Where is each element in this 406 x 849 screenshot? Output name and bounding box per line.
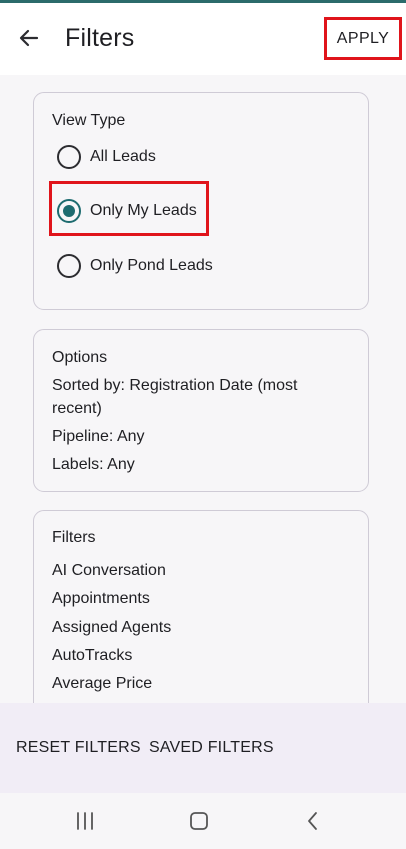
back-button[interactable] (12, 21, 46, 55)
view-type-card: View Type All Leads Only My Leads Only P… (33, 92, 369, 310)
chevron-left-icon (308, 812, 317, 830)
filters-scroll-area[interactable]: View Type All Leads Only My Leads Only P… (0, 75, 406, 703)
app-bar: Filters APPLY (0, 3, 406, 75)
page-title: Filters (65, 24, 135, 52)
radio-only-pond-leads[interactable]: Only Pond Leads (57, 254, 213, 278)
system-nav-bar (0, 793, 406, 849)
radio-label: Only Pond Leads (90, 257, 213, 274)
filters-card: Filters AI Conversation Appointments Ass… (33, 510, 369, 703)
view-type-title: View Type (52, 112, 126, 129)
apply-button[interactable]: APPLY (324, 17, 402, 60)
radio-only-my-leads[interactable]: Only My Leads (57, 199, 197, 223)
radio-checked-icon (57, 199, 81, 223)
filter-item[interactable]: AutoTracks (52, 645, 132, 667)
radio-label: All Leads (90, 148, 156, 165)
recent-apps-button[interactable] (70, 807, 100, 835)
radio-unchecked-icon (57, 145, 81, 169)
radio-label: Only My Leads (90, 202, 197, 219)
labels-text: Labels: Any (52, 456, 135, 473)
filters-title: Filters (52, 529, 96, 546)
home-icon (190, 812, 208, 830)
filter-item[interactable]: Appointments (52, 588, 150, 610)
home-button[interactable] (184, 807, 214, 835)
radio-unchecked-icon (57, 254, 81, 278)
options-card[interactable]: Options Sorted by: Registration Date (mo… (33, 329, 369, 492)
recent-apps-icon (77, 812, 93, 830)
saved-filters-button[interactable]: SAVED FILTERS (149, 739, 274, 757)
pipeline-text: Pipeline: Any (52, 428, 145, 445)
filter-item[interactable]: Assigned Agents (52, 617, 171, 639)
filter-item[interactable]: AI Conversation (52, 560, 166, 582)
back-nav-button[interactable] (298, 807, 328, 835)
sorted-by-text-cont: recent) (52, 400, 102, 417)
sorted-by-text: Sorted by: Registration Date (most (52, 377, 298, 394)
radio-all-leads[interactable]: All Leads (57, 145, 156, 169)
bottom-action-bar: RESET FILTERS SAVED FILTERS (0, 703, 406, 793)
arrow-left-icon (19, 29, 39, 47)
reset-filters-button[interactable]: RESET FILTERS (16, 739, 141, 757)
filter-item[interactable]: Average Price (52, 673, 152, 695)
options-title: Options (52, 349, 108, 366)
